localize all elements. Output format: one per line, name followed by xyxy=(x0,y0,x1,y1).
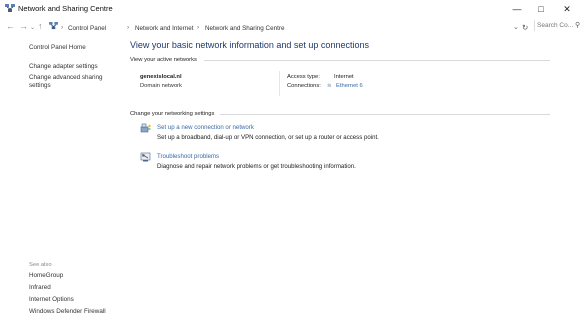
refresh-button[interactable]: ↻ xyxy=(522,23,528,32)
troubleshoot-description: Diagnose and repair network problems or … xyxy=(157,163,356,170)
network-sharing-icon xyxy=(5,4,15,12)
active-networks-heading: View your active networks xyxy=(130,57,197,63)
see-also-label: See also xyxy=(29,262,52,268)
page-title: View your basic network information and … xyxy=(130,40,369,50)
window-title: Network and Sharing Centre xyxy=(18,4,113,13)
address-field[interactable]: › Control Panel › Network and Internet ›… xyxy=(48,20,534,33)
new-connection-icon xyxy=(140,123,151,133)
address-dropdown[interactable]: ⌄ xyxy=(513,23,519,31)
chevron-down-icon: ⌄ xyxy=(513,24,519,31)
breadcrumb-separator: › xyxy=(61,24,64,31)
sidebar-change-advanced-sharing[interactable]: Change advanced sharing settings xyxy=(29,74,109,89)
breadcrumb-network-sharing[interactable]: Network and Sharing Centre xyxy=(205,25,284,32)
troubleshoot-icon xyxy=(140,152,151,162)
breadcrumb-separator: › xyxy=(127,24,130,31)
maximize-icon: □ xyxy=(538,4,544,14)
minimize-button[interactable]: — xyxy=(506,3,528,15)
minimize-icon: — xyxy=(512,4,522,14)
see-also-infrared[interactable]: Infrared xyxy=(29,284,51,292)
forward-button[interactable]: → xyxy=(19,20,28,32)
breadcrumb-network-internet[interactable]: Network and Internet xyxy=(135,25,193,32)
breadcrumb-control-panel[interactable]: Control Panel xyxy=(68,25,106,32)
access-type-label: Access type: xyxy=(287,74,320,80)
up-arrow-icon: ↑ xyxy=(38,21,43,31)
connections-label: Connections: xyxy=(287,83,321,89)
up-button[interactable]: ↑ xyxy=(38,20,43,32)
control-panel-icon xyxy=(49,22,58,30)
close-button[interactable]: ✕ xyxy=(556,3,578,15)
search-box: ⚲ xyxy=(534,20,581,31)
see-also-windows-defender-firewall[interactable]: Windows Defender Firewall xyxy=(29,308,106,316)
sidebar-control-panel-home[interactable]: Control Panel Home xyxy=(29,44,86,52)
connection-link[interactable]: Ethernet 6 xyxy=(336,83,363,89)
sidebar-change-adapter-settings[interactable]: Change adapter settings xyxy=(29,63,98,71)
maximize-button[interactable]: □ xyxy=(530,3,552,15)
ethernet-icon: ≋ xyxy=(327,83,332,89)
sidebar: Control Panel Home Change adapter settin… xyxy=(0,34,124,325)
network-name: genexislocal.nl xyxy=(140,74,182,80)
refresh-icon: ↻ xyxy=(522,23,529,32)
recent-locations-button[interactable]: ⌄ xyxy=(30,22,35,34)
see-also-homegroup[interactable]: HomeGroup xyxy=(29,272,63,280)
section-divider xyxy=(220,114,550,115)
troubleshoot-link[interactable]: Troubleshoot problems xyxy=(157,153,219,160)
search-icon[interactable]: ⚲ xyxy=(575,21,580,29)
setup-connection-link[interactable]: Set up a new connection or network xyxy=(157,124,254,131)
network-type[interactable]: Domain network xyxy=(140,83,182,89)
access-type-value: Internet xyxy=(334,74,354,80)
section-divider xyxy=(204,60,550,61)
close-icon: ✕ xyxy=(563,4,571,14)
vertical-divider xyxy=(279,71,280,96)
address-bar: ← → ⌄ ↑ › Control Panel › Network and In… xyxy=(0,18,584,34)
back-arrow-icon: ← xyxy=(6,21,15,31)
breadcrumb-separator: › xyxy=(197,24,200,31)
forward-arrow-icon: → xyxy=(19,21,28,31)
change-settings-heading: Change your networking settings xyxy=(130,111,215,117)
title-bar: Network and Sharing Centre — □ ✕ xyxy=(0,0,584,18)
setup-connection-description: Set up a broadband, dial-up or VPN conne… xyxy=(157,134,379,141)
search-input[interactable] xyxy=(537,20,573,31)
main-content: View your basic network information and … xyxy=(124,34,584,325)
see-also-internet-options[interactable]: Internet Options xyxy=(29,296,74,304)
chevron-down-icon: ⌄ xyxy=(30,25,36,31)
back-button[interactable]: ← xyxy=(6,20,15,32)
